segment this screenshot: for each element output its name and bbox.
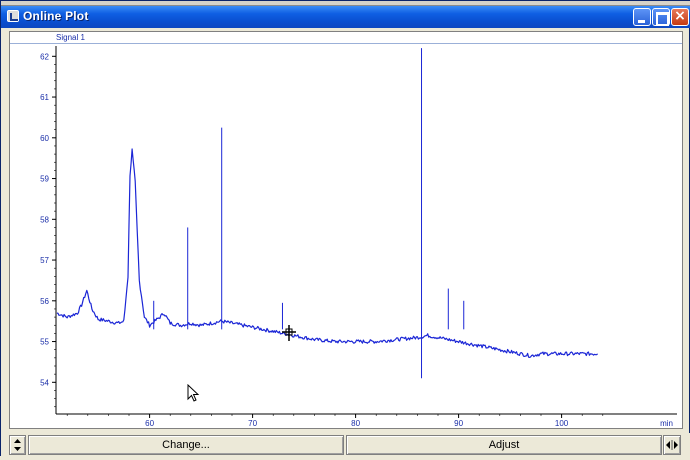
signal-1-trace <box>56 148 599 358</box>
change-button[interactable]: Change... <box>28 435 344 455</box>
signal-chart[interactable]: 54 55 56 57 58 59 60 61 62 60 70 80 90 100 min <box>1 1 690 457</box>
chart-traces <box>56 148 599 358</box>
adjust-button[interactable]: Adjust <box>346 435 662 455</box>
bottom-toolbar: Change... Adjust <box>1 433 690 457</box>
y-tick-label: 59 <box>40 175 49 184</box>
scroll-up-down-icon <box>14 439 21 451</box>
scroll-left-right-button[interactable] <box>663 435 681 455</box>
chart-axes <box>55 46 677 415</box>
y-tick-label: 62 <box>40 52 49 61</box>
mouse-pointer-icon <box>187 384 200 402</box>
scroll-up-down-button[interactable] <box>9 435 26 455</box>
chart-spikes <box>153 48 465 379</box>
y-tick-label: 58 <box>40 215 49 224</box>
chart-ticks: 54 55 56 57 58 59 60 61 62 60 70 80 90 100 min <box>40 52 673 428</box>
x-tick-label: 80 <box>351 419 360 428</box>
x-tick-label: 60 <box>145 419 154 428</box>
x-tick-label: 70 <box>248 419 257 428</box>
y-tick-label: 56 <box>40 297 49 306</box>
y-tick-label: 54 <box>40 378 49 387</box>
x-tick-label: 100 <box>555 419 569 428</box>
y-tick-label: 55 <box>40 338 49 347</box>
y-tick-label: 61 <box>40 93 49 102</box>
x-axis-label: min <box>660 419 673 428</box>
y-tick-label: 57 <box>40 256 49 265</box>
y-tick-label: 60 <box>40 134 49 143</box>
scroll-left-right-icon <box>666 440 678 450</box>
x-tick-label: 90 <box>454 419 463 428</box>
online-plot-window: Online Plot × Signal 1 54 55 56 57 58 59 60 61 6… <box>0 0 690 457</box>
